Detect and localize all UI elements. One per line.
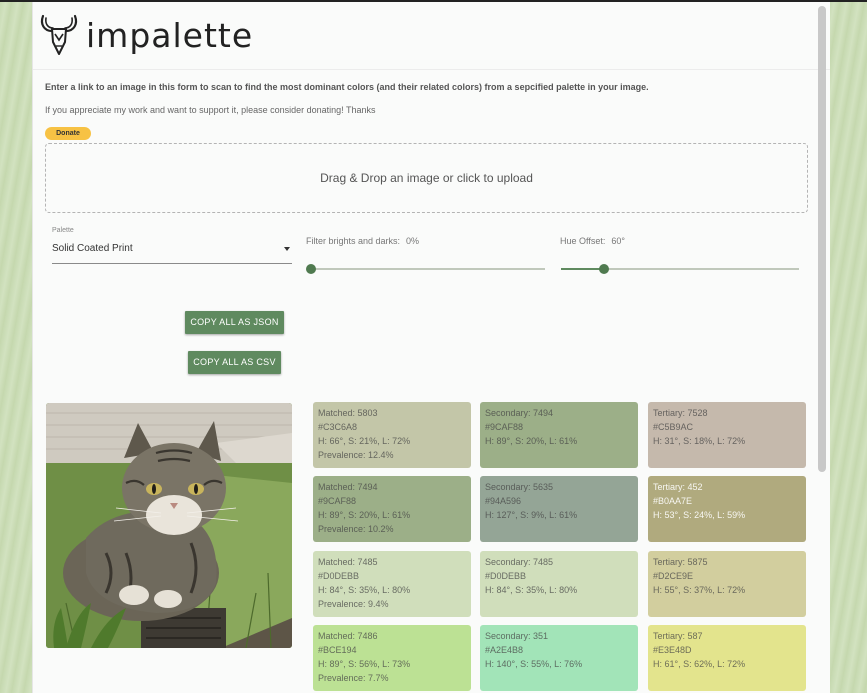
filter-value: 0% <box>406 236 420 246</box>
color-swatch[interactable]: Matched: 7494 #9CAF88 H: 89°, S: 20%, L: 6… <box>313 476 471 542</box>
swatch-hsl: H: 89°, S: 20%, L: 61% <box>485 436 578 446</box>
filter-slider-thumb[interactable] <box>306 264 316 274</box>
color-swatch[interactable]: Tertiary: 5875 #D2CE9E H: 55°, S: 37%, L: … <box>648 551 806 617</box>
swatch-match-label: Matched: 7494 <box>318 482 378 492</box>
swatch-match-label: Tertiary: 587 <box>653 631 703 641</box>
filter-slider-label: Filter brights and darks: 0% <box>306 236 419 246</box>
color-swatch[interactable]: Tertiary: 452 #B0AA7E H: 53°, S: 24%, L: 5… <box>648 476 806 542</box>
image-upload-dropzone[interactable]: Drag & Drop an image or click to upload <box>45 143 808 213</box>
swatch-match-label: Secondary: 351 <box>485 631 549 641</box>
hue-value: 60° <box>611 236 625 246</box>
swatch-match-label: Tertiary: 452 <box>653 482 703 492</box>
color-swatch[interactable]: Secondary: 7485 #D0DEBB H: 84°, S: 35%, L:… <box>480 551 638 617</box>
color-swatch[interactable]: Tertiary: 7528 #C5B9AC H: 31°, S: 18%, L: … <box>648 402 806 468</box>
site-header: impalette <box>33 2 830 70</box>
copy-json-button[interactable]: COPY ALL AS JSON <box>185 311 284 334</box>
swatch-hex: #B0AA7E <box>653 496 693 506</box>
bull-skull-logo-icon[interactable] <box>39 12 79 58</box>
swatch-match-label: Matched: 5803 <box>318 408 378 418</box>
color-swatch[interactable]: Matched: 5803 #C3C6A8 H: 66°, S: 21%, L: 7… <box>313 402 471 468</box>
swatch-match-label: Matched: 7485 <box>318 557 378 567</box>
scrollbar[interactable] <box>818 6 826 472</box>
palette-select[interactable]: Solid Coated Print <box>52 238 292 264</box>
swatch-hex: #D0DEBB <box>318 571 360 581</box>
swatch-match-label: Secondary: 7485 <box>485 557 554 567</box>
hue-label-text: Hue Offset: <box>560 236 606 246</box>
filter-slider-track[interactable] <box>311 268 545 270</box>
swatch-hsl: H: 127°, S: 9%, L: 61% <box>485 510 578 520</box>
color-swatch[interactable]: Secondary: 7494 #9CAF88 H: 89°, S: 20%, L:… <box>480 402 638 468</box>
swatch-hex: #D0DEBB <box>485 571 527 581</box>
swatch-hsl: H: 61°, S: 62%, L: 72% <box>653 659 746 669</box>
swatch-hex: #E3E48D <box>653 645 692 655</box>
swatch-hsl: H: 53°, S: 24%, L: 59% <box>653 510 746 520</box>
swatch-prevalence: Prevalence: 10.2% <box>318 524 394 534</box>
color-swatch[interactable]: Tertiary: 587 #E3E48D H: 61°, S: 62%, L: 7… <box>648 625 806 691</box>
swatch-hex: #BCE194 <box>318 645 357 655</box>
palette-label: Palette <box>52 227 74 234</box>
swatch-match-label: Tertiary: 5875 <box>653 557 708 567</box>
swatch-prevalence: Prevalence: 12.4% <box>318 450 394 460</box>
app-name[interactable]: impalette <box>86 16 253 55</box>
palette-value: Solid Coated Print <box>52 243 133 254</box>
hue-slider-fill <box>561 268 604 270</box>
color-swatch[interactable]: Matched: 7485 #D0DEBB H: 84°, S: 35%, L: 8… <box>313 551 471 617</box>
swatch-match-label: Secondary: 5635 <box>485 482 554 492</box>
dropdown-caret-icon <box>284 247 290 251</box>
color-swatch[interactable]: Matched: 7486 #BCE194 H: 89°, S: 56%, L: 7… <box>313 625 471 691</box>
cat-photo-illustration <box>46 403 292 648</box>
swatch-hex: #D2CE9E <box>653 571 694 581</box>
swatch-hsl: H: 31°, S: 18%, L: 72% <box>653 436 746 446</box>
support-text: If you appreciate my work and want to su… <box>45 105 376 115</box>
color-swatch[interactable]: Secondary: 351 #A2E4B8 H: 140°, S: 55%, L:… <box>480 625 638 691</box>
swatch-hex: #9CAF88 <box>485 422 524 432</box>
intro-text: Enter a link to an image in this form to… <box>45 82 649 92</box>
filter-label-text: Filter brights and darks: <box>306 236 401 246</box>
swatch-prevalence: Prevalence: 9.4% <box>318 599 389 609</box>
swatch-hex: #94A596 <box>485 496 522 506</box>
upload-label: Drag & Drop an image or click to upload <box>320 171 533 185</box>
swatch-match-label: Secondary: 7494 <box>485 408 554 418</box>
swatch-hsl: H: 89°, S: 20%, L: 61% <box>318 510 411 520</box>
swatch-match-label: Tertiary: 7528 <box>653 408 708 418</box>
swatch-prevalence: Prevalence: 7.7% <box>318 673 389 683</box>
hue-slider-thumb[interactable] <box>598 264 609 274</box>
copy-csv-button[interactable]: COPY ALL AS CSV <box>188 351 281 374</box>
hue-slider-label: Hue Offset: 60° <box>560 236 625 246</box>
swatch-hex: #C5B9AC <box>653 422 694 432</box>
swatch-match-label: Matched: 7486 <box>318 631 378 641</box>
swatch-hex: #A2E4B8 <box>485 645 524 655</box>
swatch-hsl: H: 140°, S: 55%, L: 76% <box>485 659 583 669</box>
uploaded-image <box>46 403 292 648</box>
main-page: impalette Enter a link to an image in th… <box>32 2 830 693</box>
swatch-hex: #9CAF88 <box>318 496 357 506</box>
swatch-hsl: H: 84°, S: 35%, L: 80% <box>318 585 411 595</box>
swatch-hsl: H: 84°, S: 35%, L: 80% <box>485 585 578 595</box>
color-swatch[interactable]: Secondary: 5635 #94A596 H: 127°, S: 9%, L:… <box>480 476 638 542</box>
hue-slider-track[interactable] <box>561 268 799 270</box>
swatch-hsl: H: 89°, S: 56%, L: 73% <box>318 659 411 669</box>
swatch-hex: #C3C6A8 <box>318 422 358 432</box>
swatch-hsl: H: 55°, S: 37%, L: 72% <box>653 585 746 595</box>
donate-button[interactable]: Donate <box>45 127 91 140</box>
swatch-hsl: H: 66°, S: 21%, L: 72% <box>318 436 411 446</box>
